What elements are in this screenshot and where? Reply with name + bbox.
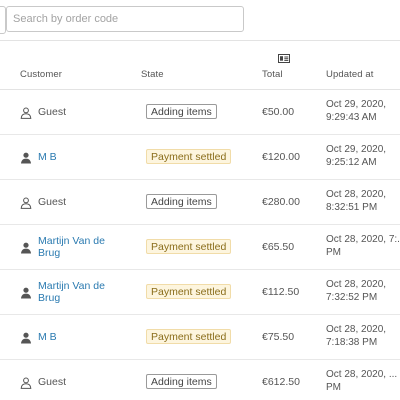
table-row[interactable]: Martijn Van de Brug Payment settled €65.50… [0, 225, 400, 270]
total-cell: €65.50 [262, 241, 295, 253]
customer-name: Guest [38, 376, 67, 388]
search-input[interactable] [6, 6, 244, 32]
customer-link[interactable]: M B [38, 331, 57, 343]
total-cell: €612.50 [262, 376, 300, 388]
user-outline-icon [20, 376, 32, 389]
total-cell: €120.00 [262, 151, 300, 163]
customer-link[interactable]: Martijn Van de Brug [38, 235, 124, 259]
column-header-state[interactable]: State [141, 69, 164, 80]
user-filled-icon [20, 331, 32, 344]
user-filled-icon [20, 241, 32, 254]
table-row[interactable]: Guest Adding items €280.00 Oct 28, 2020, 8:… [0, 180, 400, 225]
table-row[interactable]: Martijn Van de Brug Payment settled €112.5… [0, 270, 400, 315]
total-cell: €280.00 [262, 196, 300, 208]
user-outline-icon [20, 106, 32, 119]
customer-link[interactable]: M B [38, 151, 57, 163]
column-header-updated[interactable]: Updated at [326, 69, 373, 80]
user-filled-icon [20, 151, 32, 164]
table-header: Customer State Total Updated at [0, 41, 400, 89]
table-row[interactable]: Guest Adding items €50.00 Oct 29, 2020, 9:2… [0, 90, 400, 135]
customer-cell: Guest [20, 180, 66, 224]
customer-name: Guest [38, 196, 67, 208]
state-badge: Adding items [146, 374, 217, 389]
state-badge: Adding items [146, 104, 217, 119]
receipt-icon [278, 54, 290, 63]
total-cell: €112.50 [262, 286, 300, 298]
column-header-total[interactable]: Total [262, 69, 283, 80]
updated-at-cell: Oct 29, 2020, 9:25:12 AM [326, 144, 387, 168]
state-badge: Payment settled [146, 329, 232, 344]
user-filled-icon [20, 286, 32, 299]
table-row[interactable]: Guest Adding items €612.50 Oct 28, 2020, ..… [0, 360, 400, 400]
user-outline-icon [20, 196, 32, 209]
table-body: Guest Adding items €50.00 Oct 29, 2020, 9:2… [0, 90, 400, 400]
state-badge: Payment settled [146, 284, 232, 299]
updated-at-cell: Oct 28, 2020, 7:18:38 PM [326, 324, 387, 348]
order-list-page: Customer State Total Updated at Guest Add… [0, 0, 400, 400]
customer-cell: Martijn Van de Brug [20, 270, 124, 314]
customer-cell: Guest [20, 90, 66, 134]
total-cell: €75.50 [262, 331, 295, 343]
column-header-customer[interactable]: Customer [20, 69, 62, 80]
customer-name: Guest [38, 106, 67, 118]
state-badge: Payment settled [146, 149, 232, 164]
table-row[interactable]: M B Payment settled €120.00 Oct 29, 2020, 9… [0, 135, 400, 180]
customer-cell: M B [20, 135, 57, 179]
state-badge: Payment settled [146, 239, 232, 254]
updated-at-cell: Oct 28, 2020, ... PM [326, 369, 398, 393]
updated-at-cell: Oct 28, 2020, 7:32:52 PM [326, 279, 387, 303]
customer-cell: M B [20, 315, 57, 359]
updated-at-cell: Oct 28, 2020, 7:... PM [326, 234, 400, 258]
updated-at-cell: Oct 29, 2020, 9:29:43 AM [326, 99, 387, 123]
customer-cell: Guest [20, 360, 66, 400]
customer-cell: Martijn Van de Brug [20, 225, 124, 269]
customer-link[interactable]: Martijn Van de Brug [38, 280, 124, 304]
table-row[interactable]: M B Payment settled €75.50 Oct 28, 2020, 7:… [0, 315, 400, 360]
updated-at-cell: Oct 28, 2020, 8:32:51 PM [326, 189, 387, 213]
toolbar [0, 0, 400, 40]
state-badge: Adding items [146, 194, 217, 209]
total-cell: €50.00 [262, 106, 295, 118]
